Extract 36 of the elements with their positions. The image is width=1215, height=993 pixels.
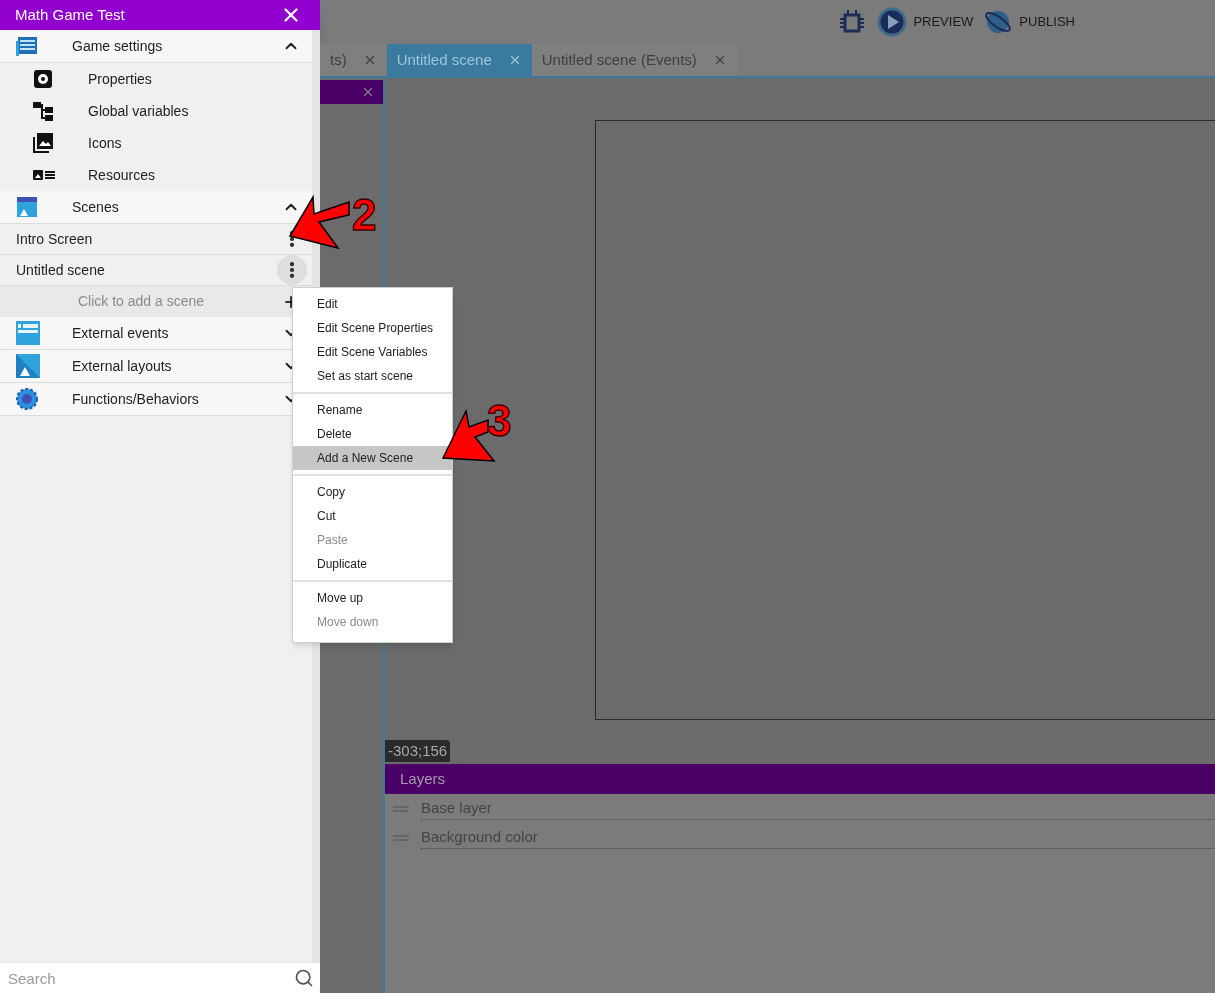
step-number: 3 bbox=[487, 399, 512, 443]
clapperboard-icon bbox=[16, 196, 38, 218]
play-icon bbox=[877, 7, 908, 37]
coordinates-label: -303;156 bbox=[385, 739, 451, 762]
step-number: 2 bbox=[352, 193, 377, 237]
menu-item[interactable]: Copy bbox=[293, 480, 452, 504]
triangle-window-icon bbox=[16, 354, 40, 378]
list-window-icon bbox=[16, 321, 40, 345]
menu-item[interactable]: Edit bbox=[293, 292, 452, 316]
hierarchy-icon bbox=[33, 101, 53, 121]
close-icon[interactable] bbox=[361, 85, 375, 99]
menu-item[interactable]: Duplicate bbox=[293, 552, 452, 576]
menu-item[interactable]: Edit Scene Variables bbox=[293, 340, 452, 364]
gear-icon bbox=[33, 69, 53, 89]
scene-item[interactable]: Intro Screen bbox=[0, 224, 312, 255]
more-options-icon[interactable] bbox=[277, 255, 307, 285]
section-header[interactable]: Game settings bbox=[0, 30, 312, 63]
settings-window-icon bbox=[16, 35, 38, 57]
menu-item[interactable]: Edit Scene Properties bbox=[293, 316, 452, 340]
menu-item[interactable]: Delete bbox=[293, 422, 452, 446]
image-stack-icon bbox=[33, 133, 53, 153]
menu-item[interactable]: Add a New Scene bbox=[293, 446, 452, 470]
arrow-overlay bbox=[287, 194, 353, 252]
menu-item[interactable]: Move up bbox=[293, 586, 452, 610]
menu-item[interactable]: Cut bbox=[293, 504, 452, 528]
project-title: Math Game Test bbox=[15, 4, 125, 25]
image-list-icon bbox=[33, 169, 55, 181]
menu-item[interactable]: Rename bbox=[293, 398, 452, 422]
gear-icon bbox=[16, 388, 38, 410]
section-header[interactable]: Scenes bbox=[0, 191, 312, 224]
scene-item[interactable]: Untitled scene bbox=[0, 255, 312, 286]
search-icon[interactable] bbox=[294, 968, 314, 988]
toolbar-button[interactable]: PUBLISH bbox=[983, 7, 1075, 37]
menu-item[interactable]: Set as start scene bbox=[293, 364, 452, 388]
toolbar-button[interactable]: PREVIEW bbox=[877, 7, 974, 37]
layers-title: Layers bbox=[400, 768, 446, 789]
